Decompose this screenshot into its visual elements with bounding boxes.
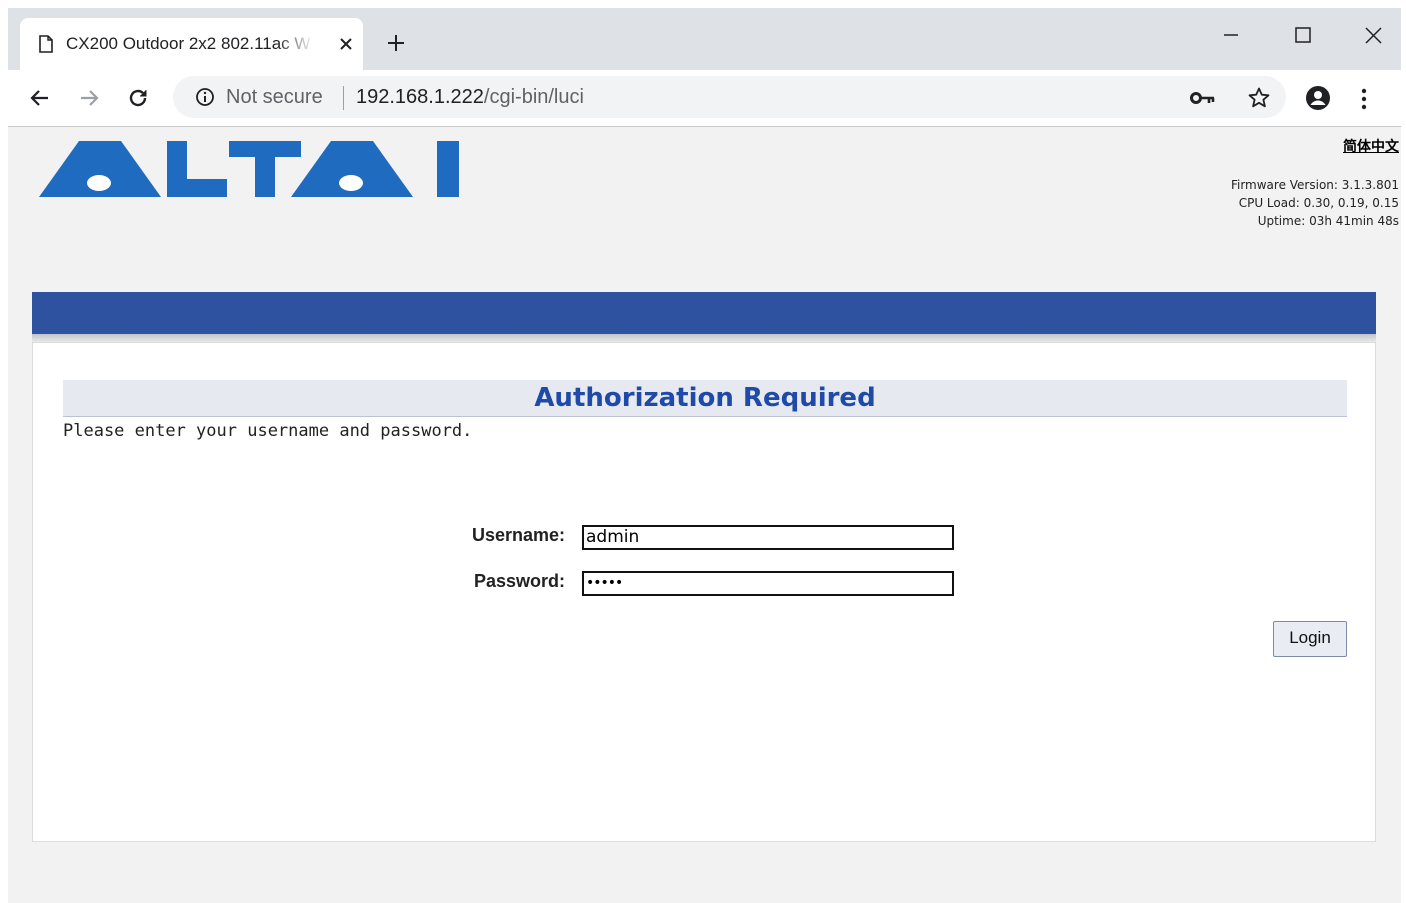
username-input[interactable] <box>582 525 954 550</box>
url-host: 192.168.1.222 <box>356 86 484 108</box>
security-status: Not secure <box>226 86 323 108</box>
close-window-icon[interactable] <box>1358 20 1388 50</box>
language-link[interactable]: 简体中文 <box>1343 139 1399 155</box>
close-tab-icon[interactable] <box>338 36 354 52</box>
url-text[interactable]: 192.168.1.222/cgi-bin/luci <box>356 85 584 109</box>
url-path: /cgi-bin/luci <box>483 86 584 108</box>
bookmark-star-icon[interactable] <box>1247 86 1271 110</box>
tab-title: CX200 Outdoor 2x2 802.11ac W <box>66 34 311 53</box>
menu-bar <box>32 292 1376 334</box>
page-content: 简体中文 Firmware Version: 3.1.3.801 CPU Loa… <box>8 127 1401 903</box>
browser-menu-icon[interactable] <box>1360 87 1368 111</box>
profile-icon[interactable] <box>1305 85 1331 111</box>
password-label: Password: <box>473 571 565 591</box>
password-input[interactable] <box>582 571 954 596</box>
login-description: Please enter your username and password. <box>63 421 473 441</box>
system-info: Firmware Version: 3.1.3.801 CPU Load: 0.… <box>1231 176 1399 230</box>
cpu-load: CPU Load: 0.30, 0.19, 0.15 <box>1238 196 1399 210</box>
page-title: Authorization Required <box>63 380 1347 417</box>
altai-logo <box>39 141 459 197</box>
browser-toolbar: Not secure 192.168.1.222/cgi-bin/luci <box>8 70 1401 127</box>
reload-icon[interactable] <box>126 86 150 110</box>
minimize-icon[interactable] <box>1216 20 1246 50</box>
new-tab-icon[interactable] <box>387 34 405 52</box>
address-bar[interactable]: Not secure 192.168.1.222/cgi-bin/luci <box>173 76 1286 118</box>
browser-titlebar: CX200 Outdoor 2x2 802.11ac W <box>8 8 1401 70</box>
browser-tab[interactable]: CX200 Outdoor 2x2 802.11ac W <box>20 18 363 70</box>
uptime: Uptime: 03h 41min 48s <box>1257 214 1399 228</box>
info-icon[interactable] <box>195 87 215 107</box>
login-panel: Authorization Required Please enter your… <box>32 342 1376 842</box>
address-divider <box>343 86 344 110</box>
key-icon[interactable] <box>1190 89 1216 107</box>
login-button[interactable]: Login <box>1273 621 1347 657</box>
forward-arrow-icon[interactable] <box>77 86 101 110</box>
firmware-version: Firmware Version: 3.1.3.801 <box>1230 178 1399 192</box>
back-arrow-icon[interactable] <box>28 86 52 110</box>
username-label: Username: <box>471 525 565 545</box>
maximize-icon[interactable] <box>1288 20 1318 50</box>
document-icon <box>39 35 53 53</box>
